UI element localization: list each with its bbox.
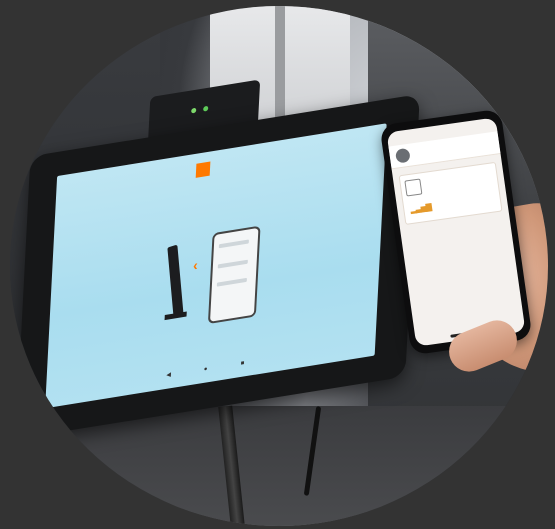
signal-bars-icon: ▂▃▅▇ [409, 202, 432, 215]
illus-row [218, 239, 249, 249]
kiosk-base-illustration [164, 311, 187, 321]
tablet-screen[interactable]: ‹ ◀ ● ■ [45, 123, 387, 409]
photo: ‹ ◀ ● ■ ▂▃▅▇ [10, 6, 548, 526]
phone-screen[interactable]: ▂▃▅▇ [386, 117, 526, 347]
tablet-assembly: ‹ ◀ ● ■ [15, 62, 431, 449]
phone-illustration-icon [207, 225, 261, 325]
brand-logo-icon [195, 161, 211, 178]
illus-row [216, 277, 247, 287]
home-icon[interactable]: ● [202, 366, 208, 373]
illus-row [217, 259, 248, 269]
status-led [191, 107, 197, 114]
back-icon[interactable]: ◀ [165, 372, 171, 379]
kiosk-illustration-icon [167, 244, 184, 318]
instruction-text [115, 173, 325, 207]
android-nav-bar: ◀ ● ■ [165, 360, 245, 379]
device-icon [404, 178, 423, 197]
status-led [203, 105, 209, 112]
app-avatar-icon[interactable] [394, 147, 411, 164]
device-card[interactable]: ▂▃▅▇ [398, 161, 503, 225]
tablet: ‹ ◀ ● ■ [15, 93, 420, 440]
arrow-left-icon: ‹ [192, 256, 199, 274]
brand-logo-text [214, 158, 234, 161]
recents-icon[interactable]: ■ [239, 360, 245, 367]
